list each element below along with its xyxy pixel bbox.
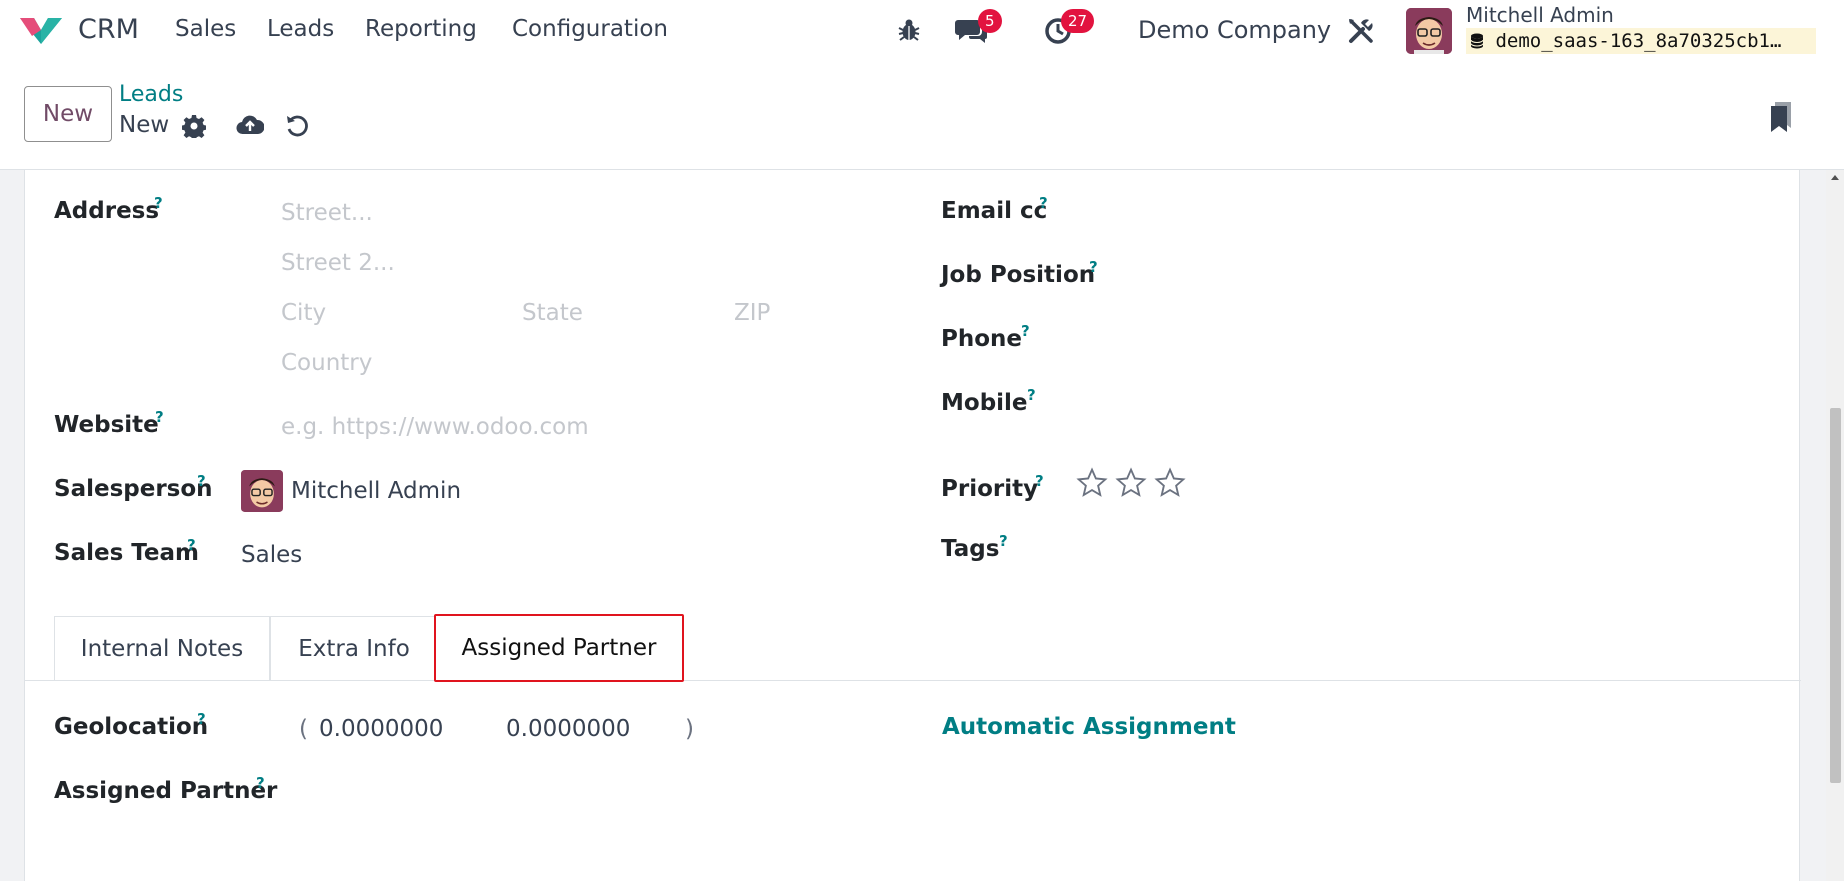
crm-logo-icon[interactable] xyxy=(18,14,64,46)
geolocation-help[interactable]: ? xyxy=(197,710,206,728)
tools-icon[interactable] xyxy=(1347,17,1375,45)
website-help[interactable]: ? xyxy=(155,408,164,426)
sales-team-label: Sales Team xyxy=(54,540,199,566)
email-cc-label: Email cc xyxy=(941,198,1048,224)
country-select[interactable]: Country xyxy=(281,350,372,376)
scroll-up-arrow-icon[interactable] xyxy=(1829,172,1841,182)
website-label: Website xyxy=(54,412,159,438)
menu-reporting[interactable]: Reporting xyxy=(365,16,477,42)
activities-badge: 27 xyxy=(1061,9,1095,33)
geolocation-label: Geolocation xyxy=(54,714,209,740)
geolocation-close-paren: ) xyxy=(685,716,694,742)
street-input[interactable]: Street... xyxy=(281,200,373,226)
menu-sales[interactable]: Sales xyxy=(175,16,236,42)
scrollbar-thumb[interactable] xyxy=(1830,408,1841,783)
mobile-label: Mobile xyxy=(941,390,1028,416)
menu-leads[interactable]: Leads xyxy=(267,16,334,42)
top-navbar: CRM Sales Leads Reporting Configuration … xyxy=(0,0,1844,62)
tab-extra-info[interactable]: Extra Info xyxy=(270,616,438,680)
priority-star-icon[interactable] xyxy=(1115,467,1147,499)
street2-input[interactable]: Street 2... xyxy=(281,250,395,276)
form-sheet: Address ? Street... Street 2... City Sta… xyxy=(24,170,1801,881)
zip-input[interactable]: ZIP xyxy=(734,300,770,326)
database-label: demo_saas-163_8a70325cb1… xyxy=(1495,30,1782,52)
phone-help[interactable]: ? xyxy=(1021,322,1030,340)
bookmark-icon[interactable] xyxy=(1769,100,1795,132)
priority-star-icon[interactable] xyxy=(1076,467,1108,499)
salesperson-label: Salesperson xyxy=(54,476,213,502)
tags-help[interactable]: ? xyxy=(999,532,1008,550)
undo-icon[interactable] xyxy=(285,113,309,137)
tags-label: Tags xyxy=(941,536,1000,562)
priority-help[interactable]: ? xyxy=(1035,472,1044,490)
cloud-upload-icon[interactable] xyxy=(236,114,264,136)
database-name: demo_saas-163_8a70325cb1… xyxy=(1466,28,1816,54)
tabs-divider xyxy=(25,680,1801,681)
website-input[interactable]: e.g. https://www.odoo.com xyxy=(281,414,589,440)
phone-label: Phone xyxy=(941,326,1023,352)
user-avatar[interactable] xyxy=(1406,8,1452,54)
breadcrumb-leads[interactable]: Leads xyxy=(119,82,183,107)
automatic-assignment-button[interactable]: Automatic Assignment xyxy=(942,714,1236,740)
assigned-partner-label: Assigned Partner xyxy=(54,778,278,804)
sales-team-help[interactable]: ? xyxy=(187,536,196,554)
address-help[interactable]: ? xyxy=(154,194,163,212)
salesperson-help[interactable]: ? xyxy=(197,472,206,490)
gear-icon[interactable] xyxy=(182,114,206,138)
tab-assigned-partner[interactable]: Assigned Partner xyxy=(434,614,684,682)
longitude-field[interactable]: 0.0000000 xyxy=(506,716,630,742)
database-icon xyxy=(1470,33,1484,49)
messages-badge: 5 xyxy=(978,9,1002,33)
priority-star-icon[interactable] xyxy=(1154,467,1186,499)
company-switcher[interactable]: Demo Company xyxy=(1138,16,1331,44)
menu-configuration[interactable]: Configuration xyxy=(512,16,668,42)
geolocation-open-paren: ( xyxy=(299,716,308,742)
city-input[interactable]: City xyxy=(281,300,326,326)
address-label: Address xyxy=(54,198,160,224)
bug-icon[interactable] xyxy=(897,17,921,43)
mobile-help[interactable]: ? xyxy=(1027,386,1036,404)
tab-internal-notes[interactable]: Internal Notes xyxy=(54,616,270,680)
priority-label: Priority xyxy=(941,476,1039,502)
assigned-partner-help[interactable]: ? xyxy=(256,774,265,792)
salesperson-field[interactable]: Mitchell Admin xyxy=(291,478,461,504)
sales-team-field[interactable]: Sales xyxy=(241,542,302,568)
new-button[interactable]: New xyxy=(24,86,112,142)
salesperson-avatar xyxy=(241,470,283,512)
email-cc-help[interactable]: ? xyxy=(1039,194,1048,212)
state-select[interactable]: State xyxy=(522,300,583,326)
job-position-help[interactable]: ? xyxy=(1089,258,1098,276)
control-panel: New Leads New xyxy=(0,62,1844,170)
user-name[interactable]: Mitchell Admin xyxy=(1466,3,1614,27)
job-position-label: Job Position xyxy=(941,262,1096,288)
latitude-field[interactable]: 0.0000000 xyxy=(319,716,443,742)
breadcrumb-current: New xyxy=(119,112,170,138)
app-name[interactable]: CRM xyxy=(78,14,139,45)
